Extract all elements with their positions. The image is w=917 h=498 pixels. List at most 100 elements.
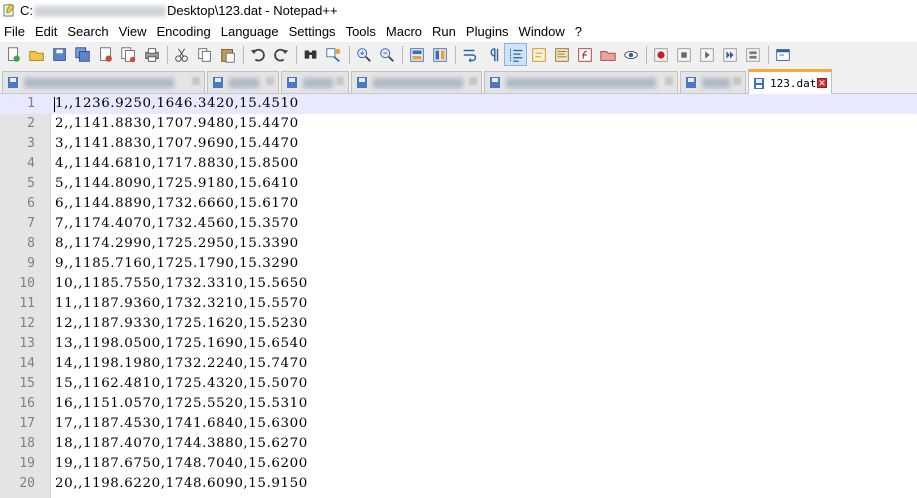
- editor-line[interactable]: 5 5,,1144.8090,1725.9180,15.6410: [0, 174, 917, 194]
- editor-line[interactable]: 19 19,,1187.6750,1748.7040,15.6200: [0, 454, 917, 474]
- editor-line[interactable]: 17 17,,1187.4530,1741.6840,15.6300: [0, 414, 917, 434]
- editor-line[interactable]: 6 6,,1144.8890,1732.6660,15.6170: [0, 194, 917, 214]
- line-text[interactable]: 8,,1174.2990,1725.2950,15.3390: [55, 234, 299, 254]
- indent-guide-button[interactable]: [504, 43, 527, 66]
- close-all-button[interactable]: [118, 44, 139, 65]
- tab-close-icon[interactable]: [192, 77, 200, 85]
- tab-redacted-5[interactable]: [484, 71, 678, 93]
- editor-line[interactable]: 7 7,,1174.4070,1732.4560,15.3570: [0, 214, 917, 234]
- tab-close-icon[interactable]: [266, 77, 274, 85]
- save-all-button[interactable]: [72, 44, 93, 65]
- redo-button[interactable]: [270, 44, 291, 65]
- sync-horizontal-button[interactable]: [429, 44, 450, 65]
- editor-line[interactable]: 11 11,,1187.9360,1732.3210,15.5570: [0, 294, 917, 314]
- menu-settings[interactable]: Settings: [284, 22, 341, 42]
- line-text[interactable]: 11,,1187.9360,1732.3210,15.5570: [55, 294, 308, 314]
- close-button[interactable]: [95, 44, 116, 65]
- paste-button[interactable]: [217, 44, 238, 65]
- editor-line[interactable]: 14 14,,1198.1980,1732.2240,15.7470: [0, 354, 917, 374]
- run-macro-multiple-button[interactable]: [719, 44, 740, 65]
- editor-line[interactable]: 4 4,,1144.6810,1717.8830,15.8500: [0, 154, 917, 174]
- tab-redacted-1[interactable]: [2, 71, 205, 93]
- line-text[interactable]: 18,,1187.4070,1744.3880,15.6270: [55, 434, 308, 454]
- menu-language[interactable]: Language: [216, 22, 284, 42]
- line-text[interactable]: 4,,1144.6810,1717.8830,15.8500: [55, 154, 299, 174]
- editor-line[interactable]: 2 2,,1141.8830,1707.9480,15.4470: [0, 114, 917, 134]
- line-text[interactable]: 7,,1174.4070,1732.4560,15.3570: [55, 214, 299, 234]
- text-editor[interactable]: 1 1,,1236.9250,1646.3420,15.4510 2 2,,1141.…: [0, 94, 917, 498]
- menu-file[interactable]: File: [0, 22, 30, 42]
- menu-macro[interactable]: Macro: [381, 22, 427, 42]
- menu-edit[interactable]: Edit: [30, 22, 62, 42]
- line-text[interactable]: 10,,1185.7550,1732.3310,15.5650: [55, 274, 308, 294]
- tab-redacted-4[interactable]: [351, 71, 482, 93]
- line-text[interactable]: 14,,1198.1980,1732.2240,15.7470: [55, 354, 308, 374]
- tab-close-icon[interactable]: ✕: [817, 78, 827, 88]
- tab-redacted-6[interactable]: [680, 71, 746, 93]
- open-file-button[interactable]: [26, 44, 47, 65]
- sync-vertical-button[interactable]: [406, 44, 427, 65]
- editor-line[interactable]: 13 13,,1198.0500,1725.1690,15.6540: [0, 334, 917, 354]
- menu-view[interactable]: View: [114, 22, 152, 42]
- line-text[interactable]: 16,,1151.0570,1725.5520,15.5310: [55, 394, 308, 414]
- line-text[interactable]: 3,,1141.8830,1707.9690,15.4470: [55, 134, 299, 154]
- stop-macro-button[interactable]: [673, 44, 694, 65]
- tab-close-icon[interactable]: [733, 77, 741, 85]
- line-text[interactable]: 20,,1198.6220,1748.6090,15.9150: [55, 474, 308, 494]
- line-text[interactable]: 2,,1141.8830,1707.9480,15.4470: [55, 114, 299, 134]
- word-wrap-button[interactable]: [459, 44, 480, 65]
- save-macro-button[interactable]: [742, 44, 763, 65]
- cut-button[interactable]: [171, 44, 192, 65]
- line-text[interactable]: 19,,1187.6750,1748.7040,15.6200: [55, 454, 308, 474]
- line-text[interactable]: 17,,1187.4530,1741.6840,15.6300: [55, 414, 308, 434]
- menu-help[interactable]: ?: [570, 22, 587, 42]
- editor-line[interactable]: 1 1,,1236.9250,1646.3420,15.4510: [0, 94, 917, 114]
- tab-close-icon[interactable]: [665, 77, 673, 85]
- folder-workspace-button[interactable]: [597, 44, 618, 65]
- menu-run[interactable]: Run: [427, 22, 461, 42]
- editor-line[interactable]: 9 9,,1185.7160,1725.1790,15.3290: [0, 254, 917, 274]
- menu-window[interactable]: Window: [514, 22, 570, 42]
- save-button[interactable]: [49, 44, 70, 65]
- tab-redacted-3[interactable]: [281, 71, 349, 93]
- tab-redacted-2[interactable]: [207, 71, 279, 93]
- line-text[interactable]: 13,,1198.0500,1725.1690,15.6540: [55, 334, 308, 354]
- new-file-button[interactable]: [3, 44, 24, 65]
- tab-close-icon[interactable]: [469, 77, 477, 85]
- tab-close-icon[interactable]: [336, 77, 344, 85]
- print-button[interactable]: [141, 44, 162, 65]
- user-language-button[interactable]: [528, 44, 549, 65]
- zoom-out-button[interactable]: [376, 44, 397, 65]
- function-list-button[interactable]: [574, 44, 595, 65]
- editor-line[interactable]: 15 15,,1162.4810,1725.4320,15.5070: [0, 374, 917, 394]
- line-text[interactable]: 12,,1187.9330,1725.1620,15.5230: [55, 314, 308, 334]
- editor-line[interactable]: 3 3,,1141.8830,1707.9690,15.4470: [0, 134, 917, 154]
- editor-line[interactable]: 16 16,,1151.0570,1725.5520,15.5310: [0, 394, 917, 414]
- play-macro-button[interactable]: [696, 44, 717, 65]
- copy-button[interactable]: [194, 44, 215, 65]
- line-text[interactable]: 5,,1144.8090,1725.9180,15.6410: [55, 174, 299, 194]
- record-macro-button[interactable]: [650, 44, 671, 65]
- editor-line[interactable]: 20 20,,1198.6220,1748.6090,15.9150: [0, 474, 917, 494]
- menu-tools[interactable]: Tools: [341, 22, 381, 42]
- zoom-in-button[interactable]: [353, 44, 374, 65]
- menu-plugins[interactable]: Plugins: [461, 22, 514, 42]
- line-text[interactable]: 15,,1162.4810,1725.4320,15.5070: [55, 374, 308, 394]
- show-all-chars-button[interactable]: [482, 44, 503, 65]
- editor-line[interactable]: 12 12,,1187.9330,1725.1620,15.5230: [0, 314, 917, 334]
- launch-button[interactable]: [772, 44, 793, 65]
- doc-map-button[interactable]: [551, 44, 572, 65]
- monitoring-button[interactable]: [620, 44, 641, 65]
- editor-line[interactable]: 8 8,,1174.2990,1725.2950,15.3390: [0, 234, 917, 254]
- menu-search[interactable]: Search: [62, 22, 113, 42]
- find-button[interactable]: [300, 44, 321, 65]
- undo-button[interactable]: [247, 44, 268, 65]
- line-text[interactable]: 6,,1144.8890,1732.6660,15.6170: [55, 194, 299, 214]
- editor-line[interactable]: 10 10,,1185.7550,1732.3310,15.5650: [0, 274, 917, 294]
- replace-button[interactable]: [323, 44, 344, 65]
- line-text[interactable]: 9,,1185.7160,1725.1790,15.3290: [55, 254, 299, 274]
- tab-123-dat[interactable]: 123.dat ✕: [748, 69, 832, 94]
- line-text[interactable]: 1,,1236.9250,1646.3420,15.4510: [55, 94, 299, 114]
- editor-line[interactable]: 18 18,,1187.4070,1744.3880,15.6270: [0, 434, 917, 454]
- menu-encoding[interactable]: Encoding: [152, 22, 216, 42]
